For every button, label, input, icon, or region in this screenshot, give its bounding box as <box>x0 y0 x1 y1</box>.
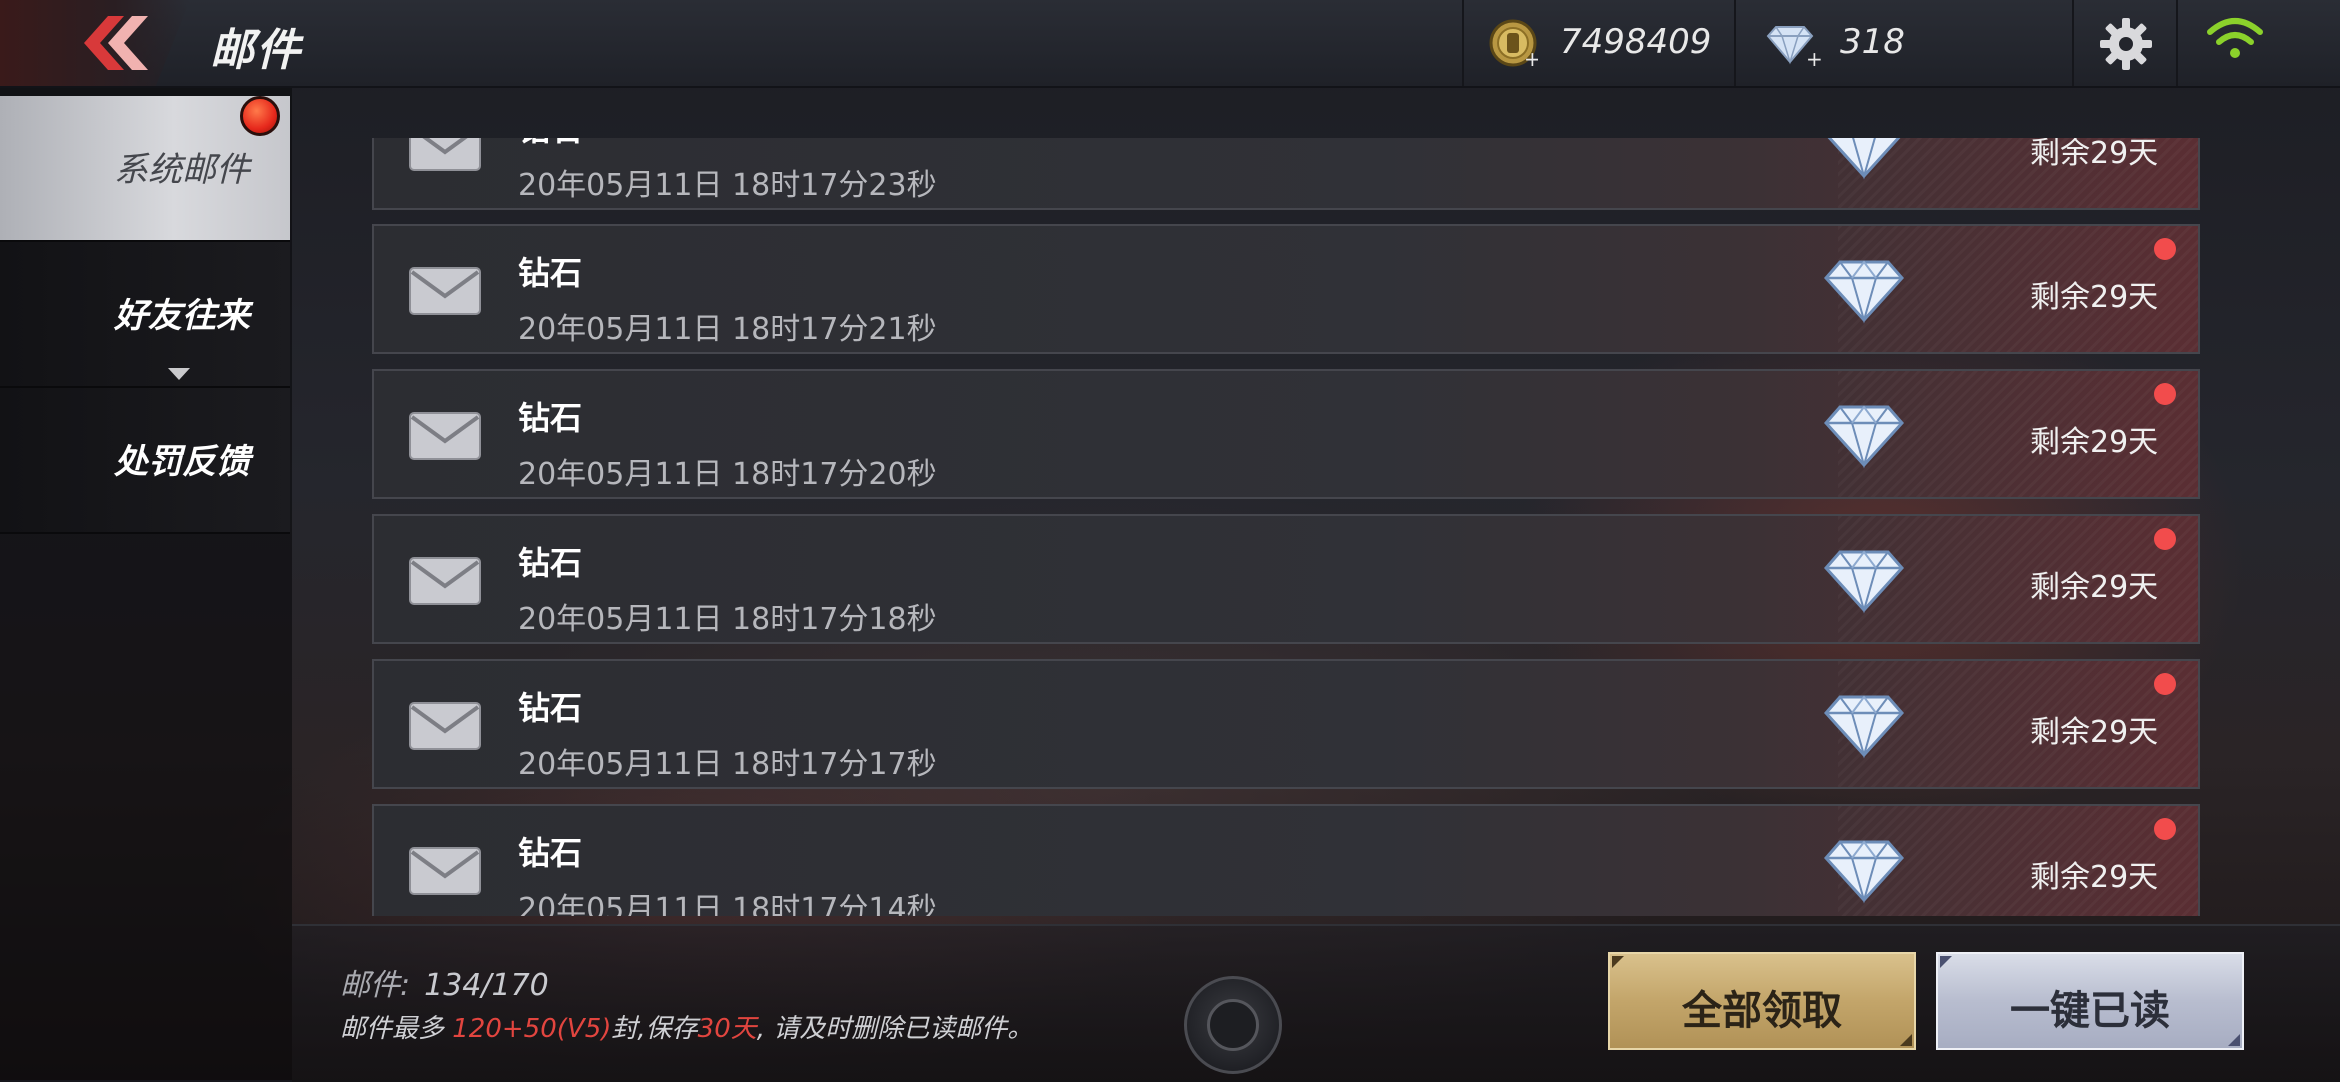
unread-dot <box>2154 818 2176 840</box>
mail-remaining: 剩余29天 <box>2030 280 2159 315</box>
mail-limit-notice: 邮件最多 120+50(V5)封,保存30天, 请及时删除已读邮件。 <box>340 1008 1033 1045</box>
mail-date: 20年05月11日 18时17分23秒 <box>518 168 937 203</box>
sidebar-item-friends[interactable]: 好友往来 <box>0 242 290 388</box>
sidebar-item-label: 处罚反馈 <box>114 442 250 482</box>
mail-date: 20年05月11日 18时17分14秒 <box>518 892 937 916</box>
mail-count: 邮件: 134/170 <box>340 960 549 1004</box>
diamond-icon <box>1823 550 1905 614</box>
diamond-icon <box>1823 405 1905 469</box>
envelope-icon <box>409 847 481 895</box>
envelope-icon <box>409 138 481 171</box>
notification-badge <box>240 96 280 136</box>
corner-decoration <box>1940 956 1952 968</box>
mail-count-label: 邮件: <box>340 968 411 1003</box>
diamond-icon <box>1823 260 1905 324</box>
notice-suffix: , 请及时删除已读邮件。 <box>756 1014 1034 1044</box>
top-bar: 邮件 + 7498409 + 318 <box>0 0 2340 88</box>
claim-all-button[interactable]: 全部领取 <box>1608 952 1916 1050</box>
mail-item[interactable]: 钻石 20年05月11日 18时17分23秒 剩余29天 <box>372 138 2200 210</box>
diamond-amount: 318 <box>1840 22 1905 62</box>
mail-remaining: 剩余29天 <box>2030 138 2159 171</box>
notice-limit: 120+50(V5) <box>452 1014 612 1044</box>
mail-remaining: 剩余29天 <box>2030 570 2159 605</box>
mail-item[interactable]: 钻石 20年05月11日 18时17分21秒 剩余29天 <box>372 224 2200 354</box>
mail-date: 20年05月11日 18时17分18秒 <box>518 602 937 637</box>
wifi-icon <box>2207 18 2263 58</box>
notice-days: 30天 <box>697 1014 757 1044</box>
mail-remaining: 剩余29天 <box>2030 715 2159 750</box>
diamond-currency[interactable]: + 318 <box>1734 0 2072 86</box>
envelope-icon <box>409 557 481 605</box>
mail-title: 钻石 <box>518 689 583 727</box>
wifi-status <box>2176 0 2340 86</box>
notice-mid: 封,保存 <box>611 1014 698 1044</box>
home-button-inner <box>1207 999 1259 1051</box>
mail-title: 钻石 <box>518 399 583 437</box>
mail-item[interactable]: 钻石 20年05月11日 18时17分18秒 剩余29天 <box>372 514 2200 644</box>
mail-remaining: 剩余29天 <box>2030 425 2159 460</box>
coin-amount: 7498409 <box>1560 22 1712 62</box>
unread-dot <box>2154 673 2176 695</box>
svg-text:+: + <box>1524 47 1538 68</box>
corner-decoration <box>1612 956 1624 968</box>
gear-icon <box>2100 18 2152 70</box>
mail-item[interactable]: 钻石 20年05月11日 18时17分17秒 剩余29天 <box>372 659 2200 789</box>
mail-count-value: 134/170 <box>424 968 549 1003</box>
sidebar: 系统邮件 好友往来 处罚反馈 <box>0 88 292 1080</box>
mail-title: 钻石 <box>518 138 582 150</box>
unread-dot <box>2154 238 2176 260</box>
mail-item[interactable]: 钻石 20年05月11日 18时17分14秒 剩余29天 <box>372 804 2200 916</box>
mail-title: 钻石 <box>518 544 583 582</box>
settings-button[interactable] <box>2072 0 2176 86</box>
page-title: 邮件 <box>210 25 302 76</box>
envelope-icon <box>409 702 481 750</box>
envelope-icon <box>409 412 481 460</box>
mail-title: 钻石 <box>518 834 583 872</box>
mark-all-read-label: 一键已读 <box>2010 988 2170 1034</box>
mail-date: 20年05月11日 18时17分17秒 <box>518 747 937 782</box>
unread-dot <box>2154 383 2176 405</box>
notice-prefix: 邮件最多 <box>340 1014 453 1044</box>
chevron-down-icon <box>168 368 190 380</box>
mail-date: 20年05月11日 18时17分21秒 <box>518 312 937 347</box>
mark-all-read-button[interactable]: 一键已读 <box>1936 952 2244 1050</box>
sidebar-item-label: 系统邮件 <box>114 150 250 190</box>
svg-text:+: + <box>1806 47 1823 68</box>
diamond-icon: + <box>1766 26 1823 68</box>
sidebar-item-penalty-feedback[interactable]: 处罚反馈 <box>0 388 290 534</box>
unread-dot <box>2154 528 2176 550</box>
claim-all-label: 全部领取 <box>1682 988 1842 1034</box>
back-arrow-icon <box>84 16 148 70</box>
coin-currency[interactable]: + 7498409 <box>1462 0 1734 86</box>
sidebar-item-label: 好友往来 <box>114 296 250 336</box>
mail-title: 钻石 <box>518 254 583 292</box>
mail-item[interactable]: 钻石 20年05月11日 18时17分20秒 剩余29天 <box>372 369 2200 499</box>
back-button[interactable] <box>0 0 190 86</box>
diamond-icon <box>1827 138 1901 180</box>
mail-list[interactable]: 钻石 20年05月11日 18时17分23秒 剩余29天 钻石 20年05月11… <box>372 138 2202 916</box>
mail-remaining: 剩余29天 <box>2030 860 2159 895</box>
mail-date: 20年05月11日 18时17分20秒 <box>518 457 937 492</box>
floating-home-button[interactable] <box>1184 976 1282 1074</box>
envelope-icon <box>409 267 481 315</box>
diamond-icon <box>1823 840 1905 904</box>
diamond-icon <box>1823 695 1905 759</box>
coin-icon: + <box>1489 19 1538 68</box>
